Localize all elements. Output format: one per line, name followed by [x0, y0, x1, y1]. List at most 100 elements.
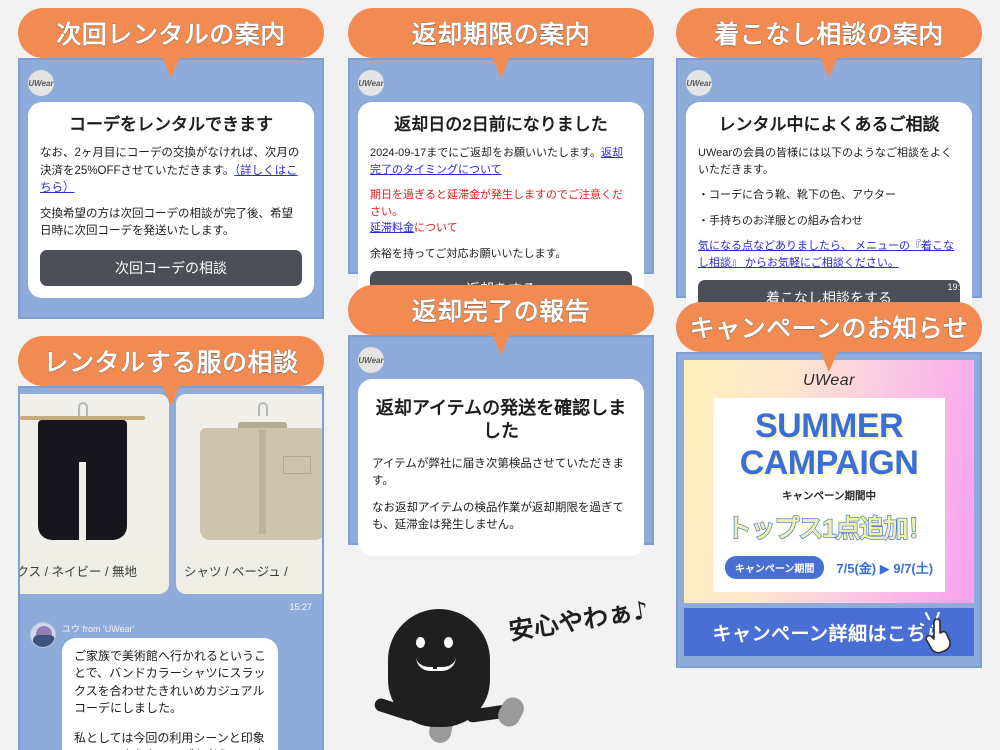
trousers-shape [37, 420, 128, 540]
panel-title-label: 返却期限の案内 [411, 21, 591, 50]
pill-tail-icon [490, 52, 512, 78]
bubble-paragraph-2: 余裕を持ってご対応お願いいたします。 [370, 247, 567, 260]
panel-campaign: キャンペーンのお知らせ UWear SUMMER CAMPAIGN キャンペーン… [676, 302, 982, 668]
timestamp: 19:00 [947, 282, 970, 292]
panel-return-deadline: 返却期限の案内 UWear 返却日の2日前になりました 2024-09-17まで… [348, 8, 654, 320]
chat-frame-styling-consult: UWear レンタル中によくあるご相談 UWearの会員の皆様には以下のようなご… [676, 58, 982, 329]
sender-name: ユウ from 'UWear' [62, 624, 135, 634]
chat-message-bubble: ご家族で美術館へ行かれるということで、バンドカラーシャツにスラックスを合わせたき… [62, 638, 278, 750]
bubble-paragraph-2: なお返却アイテムの検品作業が返却期限を過ぎても、延滞金は発生しません。 [372, 501, 624, 531]
bubble-paragraph-2: 交換希望の方は次回コーデの相談が完了後、希望日時に次回コーデを発送いたします。 [40, 208, 293, 238]
bubble-paragraph-1: UWearの会員の皆様には以下のようなご相談をよくいただきます。 [698, 147, 953, 176]
panel-title-label: 次回レンタルの案内 [56, 21, 286, 50]
deadline-text: 2024-09-17までにご返却をお願いいたします。 [370, 147, 601, 160]
shirt-pocket-shape [283, 456, 311, 474]
cards-timestamp: 15:27 [289, 602, 312, 612]
bubble-paragraph-1: アイテムが弊社に届き次第検品させていただきます。 [372, 458, 624, 488]
late-fee-link[interactable]: 延滞料金 [370, 222, 414, 234]
campaign-details-button[interactable]: キャンペーン詳細はこちら [684, 608, 974, 656]
bubble-title: コーデをレンタルできます [69, 115, 273, 134]
bubble-title: レンタル中によくあるご相談 [718, 115, 940, 134]
shirt-placket-shape [259, 430, 266, 534]
timestamp: 18:00 [619, 529, 642, 539]
mascot-foot [494, 693, 528, 731]
panel-title-pill-next-rental: 次回レンタルの案内 [18, 8, 324, 58]
avatar: UWear [28, 70, 54, 96]
message-bubble: 返却アイテムの発送を確認しました アイテムが弊社に届き次第検品させていただきます… [358, 379, 644, 556]
pill-tail-icon [818, 346, 840, 372]
campaign-brand: UWear [803, 372, 855, 389]
message-paragraph-1: ご家族で美術館へ行かれるということで、バンドカラーシャツにスラックスを合わせたき… [74, 649, 267, 716]
panel-clothes-consult: レンタルする服の相談 ックス / ネイビー / 無地 [18, 336, 324, 750]
warning-text: 期日を過ぎると延滞金が発生しますのでご注意ください。 [370, 189, 623, 218]
panel-return-complete: 返却完了の報告 UWear 返却アイテムの発送を確認しました アイテムが弊社に届… [348, 285, 654, 556]
bubble-paragraph-1: 2024-09-17までにご返却をお願いいたします。返却完了のタイミングについて [370, 145, 632, 178]
panel-styling-consult: 着こなし相談の案内 UWear レンタル中によくあるご相談 UWearの会員の皆… [676, 8, 982, 329]
styling-consult-link[interactable]: 気になる点などありましたら、 メニューの『着こなし相談』 からお気軽にご相談くだ… [698, 240, 954, 269]
panel-title-label: キャンペーンのお知らせ [689, 315, 969, 344]
avatar: UWear [358, 70, 384, 96]
bullet-item: ・手持ちのお洋服との組み合わせ [698, 214, 863, 227]
chat-frame-clothes-consult: ックス / ネイビー / 無地 シャツ / ベージュ / 15:27 [18, 386, 324, 750]
warning-tail: について [414, 222, 458, 235]
bullet-item: ・コーデに合う靴、靴下の色、アウター [698, 189, 896, 202]
message-paragraph-2: 私としては今回の利用シーンと印象で、このようなコーデを考えていますがいかがでしょ… [74, 730, 265, 750]
bubble-warning: 期日を過ぎると延滞金が発生しますのでご注意ください。 延滞料金について [370, 187, 632, 237]
hanger-hook-icon [77, 402, 88, 416]
message-bubble: レンタル中によくあるご相談 UWearの会員の皆様には以下のようなご相談をよくい… [686, 102, 972, 329]
campaign-details-label: キャンペーン詳細はこちら [712, 623, 946, 645]
message-column: ユウ from 'UWear' ご家族で美術館へ行かれるということで、バンドカラ… [62, 622, 278, 750]
pill-tail-icon [160, 380, 182, 406]
chat-frame-return-complete: UWear 返却アイテムの発送を確認しました アイテムが弊社に届き次第検品させて… [348, 335, 654, 556]
bubble-title: 返却アイテムの発送を確認しました [375, 398, 627, 441]
item-card-caption: シャツ / ベージュ / [184, 565, 288, 579]
page-root: 次回レンタルの案内 UWear コーデをレンタルできます なお、2ヶ月目にコーデ… [0, 0, 1000, 750]
mascot-eye [444, 637, 453, 648]
panel-title-pill-return-complete: 返却完了の報告 [348, 285, 654, 335]
campaign-card: SUMMER CAMPAIGN キャンペーン期間中 トップス1点追加！ キャンペ… [713, 398, 945, 592]
hanger-hook-icon [257, 402, 268, 416]
timestamp: 9:00 [624, 258, 642, 268]
avatar: UWear [686, 70, 712, 96]
message-bubble: コーデをレンタルできます なお、2ヶ月目にコーデの交換がなければ、次月の決済を2… [28, 102, 314, 298]
item-card-caption: ックス / ネイビー / 無地 [18, 565, 137, 579]
panel-title-pill-return-deadline: 返却期限の案内 [348, 8, 654, 58]
campaign-period-row: キャンペーン期間 7/5(金) ▶ 9/7(土) [724, 556, 934, 580]
panel-title-pill-campaign: キャンペーンのお知らせ [676, 302, 982, 352]
campaign-headline-line2: CAMPAIGN [739, 443, 919, 482]
mascot-illustration: 安心やわぁ♪ [368, 585, 651, 745]
chat-frame-return-deadline: UWear 返却日の2日前になりました 2024-09-17までにご返却をお願い… [348, 58, 654, 320]
mascot-caption: 安心やわぁ♪ [506, 595, 651, 646]
item-card[interactable]: ックス / ネイビー / 無地 [18, 394, 169, 594]
campaign-period-dates: 7/5(金) ▶ 9/7(土) [836, 561, 934, 577]
bubble-link-line: 気になる点などありましたら、 メニューの『着こなし相談』 からお気軽にご相談くだ… [698, 238, 960, 271]
pill-tail-icon [818, 52, 840, 78]
item-card-list: ックス / ネイビー / 無地 シャツ / ベージュ / [18, 388, 322, 594]
shirt-photo [176, 394, 322, 552]
slacks-photo [20, 394, 169, 552]
avatar: UWear [358, 347, 384, 373]
pointing-hand-cursor-icon [920, 612, 951, 654]
next-coordinate-consult-button[interactable]: 次回コーデの相談 [40, 249, 302, 286]
chat-message-row: ユウ from 'UWear' ご家族で美術館へ行かれるということで、バンドカラ… [20, 614, 322, 750]
sender-avatar [30, 622, 56, 648]
panel-title-pill-clothes-consult: レンタルする服の相談 [18, 336, 324, 386]
chat-frame-campaign: UWear SUMMER CAMPAIGN キャンペーン期間中 トップス1点追加… [676, 352, 982, 668]
mascot-eye [416, 637, 425, 648]
campaign-banner: UWear SUMMER CAMPAIGN キャンペーン期間中 トップス1点追加… [684, 360, 974, 603]
chat-frame-next-rental: UWear コーデをレンタルできます なお、2ヶ月目にコーデの交換がなければ、次… [18, 58, 324, 319]
bubble-title: 返却日の2日前になりました [394, 115, 608, 134]
campaign-subtitle: キャンペーン期間中 [782, 490, 876, 503]
item-card[interactable]: シャツ / ベージュ / [176, 394, 322, 594]
pill-tail-icon [490, 329, 512, 355]
panel-title-label: 返却完了の報告 [411, 298, 591, 327]
bubble-paragraph-1: なお、2ヶ月目にコーデの交換がなければ、次月の決済を25%OFFさせていただきま… [40, 145, 302, 197]
campaign-offer: トップス1点追加！ [726, 515, 933, 544]
campaign-headline-line1: SUMMER [754, 407, 904, 445]
campaign-period-badge: キャンペーン期間 [724, 556, 825, 580]
panel-next-rental: 次回レンタルの案内 UWear コーデをレンタルできます なお、2ヶ月目にコーデ… [18, 8, 324, 319]
pill-tail-icon [160, 52, 182, 78]
panel-title-label: レンタルする服の相談 [43, 349, 299, 378]
panel-title-pill-styling-consult: 着こなし相談の案内 [676, 8, 982, 58]
panel-title-label: 着こなし相談の案内 [714, 21, 944, 50]
